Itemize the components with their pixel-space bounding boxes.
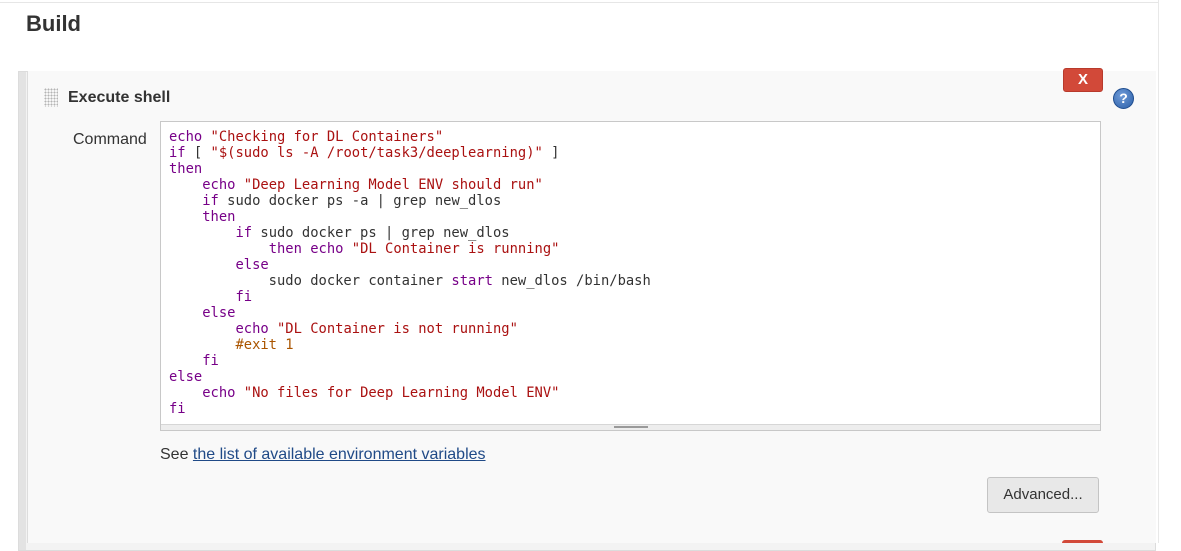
advanced-button[interactable]: Advanced... [987,477,1099,513]
code-line: then [169,209,651,225]
code-token: echo [202,385,236,401]
code-line: echo "Deep Learning Model ENV should run… [169,177,651,193]
code-token: if [235,225,253,241]
top-divider [0,2,1158,3]
command-label: Command [73,131,147,148]
resize-grip-icon [614,426,648,428]
section-title: Build [26,11,81,36]
code-token: echo [310,241,344,257]
drag-handle-icon[interactable] [44,88,58,107]
code-line: else [169,305,651,321]
command-editor[interactable]: echo "Checking for DL Containers" if [ "$… [160,121,1101,431]
right-divider [1158,0,1159,543]
code-token: "Deep Learning Model ENV should run" [243,177,543,193]
code-token: if [202,193,219,209]
code-token: then [169,161,203,177]
code-line: else [169,369,651,385]
code-line: fi [169,353,651,369]
code-token: else [202,305,236,321]
code-token: echo [169,129,203,145]
panel-left-bar [19,72,26,550]
code-line: if sudo docker ps | grep new_dlos [169,225,651,241]
code-line: sudo docker container start new_dlos /bi… [169,273,651,289]
code-token: "DL Container is running" [351,241,560,257]
code-token: fi [235,289,253,305]
code-line: else [169,257,651,273]
code-line: #exit 1 [169,337,651,353]
code-token: "Checking for DL Containers" [210,129,444,145]
code-token: "$(sudo ls -A /root/task3/deeplearning)" [210,145,543,161]
code-line: fi [169,401,651,417]
code-token: new_dlos /bin/bash [492,273,651,289]
code-token: if [169,145,186,161]
code-token: sudo docker ps -a | grep new_dlos [218,193,502,209]
code-line: then echo "DL Container is running" [169,241,651,257]
code-token: fi [202,353,219,369]
code-token: "No files for Deep Learning Model ENV" [243,385,560,401]
help-icon[interactable]: ? [1113,88,1134,109]
env-variables-note: See the list of available environment va… [160,446,486,464]
step-title: Execute shell [68,89,171,106]
code-token: echo [235,321,269,337]
code-line: if [ "$(sudo ls -A /root/task3/deeplearn… [169,145,651,161]
command-code[interactable]: echo "Checking for DL Containers" if [ "$… [169,129,651,417]
code-line: if sudo docker ps -a | grep new_dlos [169,193,651,209]
editor-resize-handle[interactable] [161,424,1100,430]
code-token: else [169,369,203,385]
code-token: ] [542,145,560,161]
code-token: sudo docker container [169,273,452,289]
code-token: else [235,257,269,273]
env-note-prefix: See [160,446,193,463]
code-token: echo [202,177,236,193]
code-token: #exit 1 [235,337,294,353]
code-line: echo "Checking for DL Containers" [169,129,651,145]
code-line: echo "No files for Deep Learning Model E… [169,385,651,401]
code-token: "DL Container is not running" [277,321,518,337]
code-token: then [202,209,236,225]
code-line: then [169,161,651,177]
code-token: then [268,241,302,257]
code-token: [ [185,145,211,161]
code-token: sudo docker ps | grep new_dlos [252,225,510,241]
code-token: fi [169,401,186,417]
env-variables-link[interactable]: the list of available environment variab… [193,446,486,463]
code-line: fi [169,289,651,305]
code-token: start [451,273,493,289]
delete-step-button[interactable]: X [1063,68,1103,92]
code-line: echo "DL Container is not running" [169,321,651,337]
